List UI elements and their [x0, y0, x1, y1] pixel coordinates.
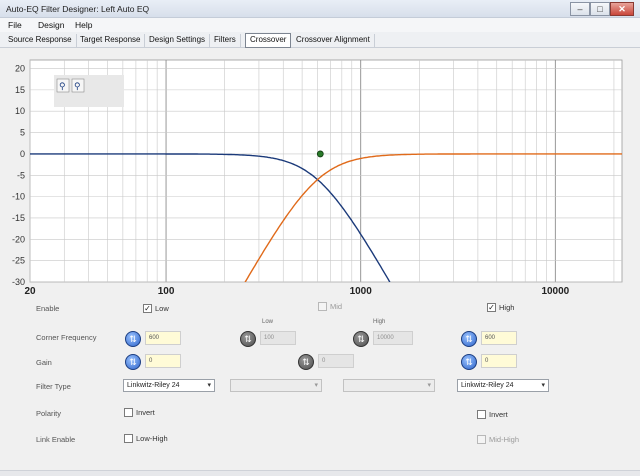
link-mid-high-label: Mid-High — [489, 435, 520, 444]
close-button[interactable]: ✕ — [610, 2, 634, 16]
enable-low-label: Low — [155, 304, 169, 313]
dropdown-arrow-icon: ▾ — [314, 382, 318, 389]
window-title: Auto-EQ Filter Designer: Left Auto EQ — [6, 4, 150, 14]
enable-high-checkbox[interactable]: ✓ — [487, 303, 496, 312]
link-low-high-checkbox[interactable] — [124, 434, 133, 443]
y-tick-label: 20 — [15, 64, 25, 74]
y-tick-label: -10 — [12, 192, 25, 202]
filter-type-label: Filter Type — [36, 382, 71, 391]
chart-svg[interactable]: 20 15 10 5 0 -5 -10 -15 -20 -25 -30 20 100 1000 10000… — [0, 48, 640, 298]
x-tick-labels: 20 100 1000 10000 — [24, 286, 569, 297]
y-tick-label: -5 — [17, 170, 25, 180]
x-tick-label: 10000 — [541, 286, 569, 297]
mid-gain-knob[interactable]: ⇅ — [298, 354, 314, 370]
status-strip — [0, 470, 640, 476]
x-tick-label: 1000 — [350, 286, 373, 297]
window-controls: – □ ✕ — [570, 2, 634, 16]
x-tick-label: 20 — [24, 286, 36, 297]
tab-design-settings[interactable]: Design Settings — [145, 34, 211, 47]
enable-label: Enable — [36, 304, 60, 313]
low-gain-input[interactable]: 0 — [145, 354, 181, 368]
corner-frequency-label: Corner Frequency — [36, 333, 97, 342]
low-gain-knob[interactable]: ⇅ — [125, 354, 141, 370]
y-tick-label: 10 — [15, 106, 25, 116]
tab-source-response[interactable]: Source Response — [4, 34, 77, 47]
y-tick-label: -30 — [12, 277, 25, 287]
zoom-in-icon: ⚲ — [59, 81, 66, 91]
mid-gain-input[interactable]: 0 — [318, 354, 354, 368]
title-bar: Auto-EQ Filter Designer: Left Auto EQ – … — [0, 0, 640, 18]
polarity-label: Polarity — [36, 409, 62, 418]
high-invert-label: Invert — [489, 410, 508, 419]
crossover-controls: Enable Corner Frequency Gain Filter Type… — [0, 298, 640, 470]
mid-high-caption: High — [373, 319, 386, 325]
y-tick-label: -25 — [12, 256, 25, 266]
maximize-button[interactable]: □ — [590, 2, 610, 16]
low-filter-type-value: Linkwitz-Riley 24 — [127, 382, 180, 389]
mid-low-frequency-knob[interactable]: ⇅ — [240, 331, 256, 347]
dropdown-arrow-icon: ▾ — [427, 382, 431, 389]
mid-high-frequency-knob[interactable]: ⇅ — [353, 331, 369, 347]
mid-filter-type-select-1[interactable]: ▾ — [230, 379, 322, 392]
zoom-in-button[interactable]: ⚲ — [56, 78, 70, 93]
link-low-high-label: Low-High — [136, 434, 168, 443]
high-gain-input[interactable]: 0 — [481, 354, 517, 368]
mid-filter-type-select-2[interactable]: ▾ — [343, 379, 435, 392]
y-tick-label: 15 — [15, 85, 25, 95]
low-invert-label: Invert — [136, 408, 155, 417]
zoom-out-button[interactable]: ⚲ — [71, 78, 85, 93]
link-mid-high-checkbox[interactable] — [477, 435, 486, 444]
dropdown-arrow-icon: ▾ — [541, 382, 545, 389]
tab-crossover-alignment[interactable]: Crossover Alignment — [292, 34, 375, 47]
x-tick-label: 100 — [158, 286, 175, 297]
high-filter-type-value: Linkwitz-Riley 24 — [461, 382, 514, 389]
tab-target-response[interactable]: Target Response — [76, 34, 146, 47]
mid-high-frequency-input[interactable]: 10000 — [373, 331, 413, 345]
high-invert-checkbox[interactable] — [477, 410, 486, 419]
low-invert-checkbox[interactable] — [124, 408, 133, 417]
dropdown-arrow-icon: ▾ — [207, 382, 211, 389]
tab-crossover[interactable]: Crossover — [245, 33, 292, 48]
y-tick-label: -15 — [12, 213, 25, 223]
y-tick-label: 0 — [20, 149, 25, 159]
minimize-button[interactable]: – — [570, 2, 590, 16]
tab-bar: Source Response Target Response Design S… — [0, 32, 640, 48]
y-tick-labels: 20 15 10 5 0 -5 -10 -15 -20 -25 -30 — [12, 64, 25, 287]
crossover-marker[interactable] — [316, 150, 324, 158]
app-window: Auto-EQ Filter Designer: Left Auto EQ – … — [0, 0, 640, 476]
zoom-out-icon: ⚲ — [74, 81, 81, 91]
gain-label: Gain — [36, 358, 52, 367]
enable-high-label: High — [499, 303, 515, 312]
menu-file[interactable]: File — [8, 20, 22, 30]
tab-filters[interactable]: Filters — [210, 34, 241, 47]
enable-mid-checkbox[interactable] — [318, 302, 327, 311]
mid-low-frequency-input[interactable]: 100 — [260, 331, 296, 345]
menu-design[interactable]: Design — [38, 20, 64, 30]
link-enable-label: Link Enable — [36, 435, 76, 444]
high-frequency-knob[interactable]: ⇅ — [461, 331, 477, 347]
enable-low-checkbox[interactable]: ✓ — [143, 304, 152, 313]
enable-mid-label: Mid — [330, 302, 343, 311]
mid-low-caption: Low — [262, 319, 274, 325]
low-filter-type-select[interactable]: Linkwitz-Riley 24 ▾ — [123, 379, 215, 392]
menu-bar: File Design Help — [0, 18, 640, 32]
y-tick-label: 5 — [20, 128, 25, 138]
menu-help[interactable]: Help — [75, 20, 92, 30]
high-frequency-input[interactable]: 600 — [481, 331, 517, 345]
high-gain-knob[interactable]: ⇅ — [461, 354, 477, 370]
high-filter-type-select[interactable]: Linkwitz-Riley 24 ▾ — [457, 379, 549, 392]
crossover-chart[interactable]: 20 15 10 5 0 -5 -10 -15 -20 -25 -30 20 100 1000 10000… — [0, 48, 640, 298]
low-frequency-input[interactable]: 600 — [145, 331, 181, 345]
low-frequency-knob[interactable]: ⇅ — [125, 331, 141, 347]
y-tick-label: -20 — [12, 234, 25, 244]
